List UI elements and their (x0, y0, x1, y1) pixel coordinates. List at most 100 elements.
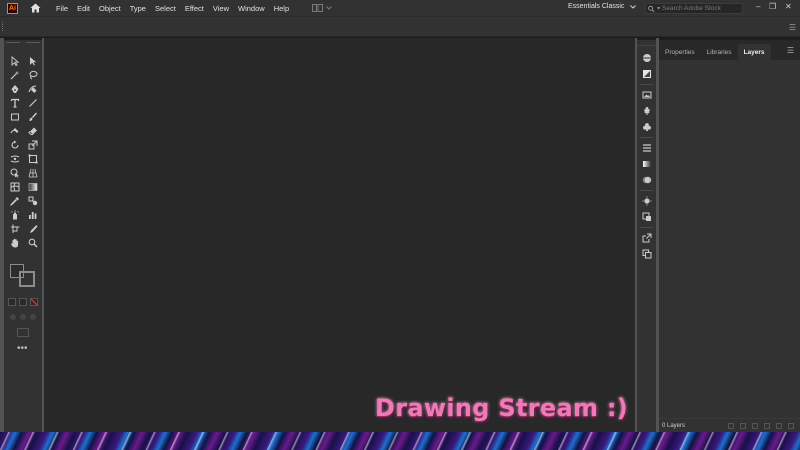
scale-tool[interactable] (24, 138, 41, 152)
strip-button-stroke[interactable] (637, 140, 656, 156)
free-transform-icon (28, 154, 37, 164)
close-button[interactable]: ✕ (785, 2, 792, 11)
layers-footer: 0 Layers (659, 418, 800, 432)
layers-footer-actions (728, 422, 800, 429)
eraser-tool[interactable] (24, 124, 41, 138)
club-icon (642, 123, 651, 131)
maximize-button[interactable]: ❐ (769, 2, 776, 11)
symbol-sprayer-tool[interactable] (6, 208, 23, 222)
curvature-pen-icon (28, 85, 36, 93)
stroke-swatch[interactable] (19, 271, 35, 287)
transparency-icon (642, 176, 651, 184)
column-graph-icon (28, 212, 36, 219)
strip-button-properties[interactable] (637, 66, 656, 82)
control-bar-grip[interactable] (2, 22, 4, 31)
menu-object[interactable]: Object (99, 4, 121, 13)
free-transform-tool[interactable] (24, 152, 41, 166)
artboard-tool[interactable] (6, 222, 23, 236)
chevron-down-icon (630, 4, 637, 9)
menu-file[interactable]: File (56, 4, 68, 13)
gradient-icon (28, 183, 37, 191)
tools-grid (4, 54, 42, 250)
rotate-icon (10, 140, 19, 149)
pen-tool[interactable] (6, 82, 23, 96)
draw-behind-button[interactable] (20, 314, 26, 320)
strip-button-symbols[interactable] (637, 103, 656, 119)
edit-toolbar-button[interactable]: ••• (17, 344, 42, 354)
strip-button-export[interactable] (637, 230, 656, 246)
strip-button-image[interactable] (637, 87, 656, 103)
curvature-tool[interactable] (24, 82, 41, 96)
strip-header[interactable] (637, 40, 656, 46)
export-icon (642, 233, 651, 243)
perspective-grid-tool[interactable] (24, 166, 41, 180)
shape-builder-tool[interactable] (6, 166, 23, 180)
hand-icon (10, 238, 18, 248)
tab-properties[interactable]: Properties (659, 44, 701, 60)
menu-select[interactable]: Select (155, 4, 176, 13)
menu-window[interactable]: Window (238, 4, 265, 13)
color-mode-button[interactable] (8, 298, 16, 306)
draw-normal-button[interactable] (10, 314, 16, 320)
control-bar-menu-icon[interactable]: ☰ (789, 23, 796, 32)
strip-separator (640, 137, 653, 138)
home-button[interactable] (28, 1, 42, 15)
selection-tool[interactable] (6, 54, 23, 68)
locate-object-icon[interactable] (740, 422, 746, 429)
paintbrush-tool[interactable] (24, 110, 41, 124)
strip-button-artboards[interactable] (637, 246, 656, 262)
column-graph-tool[interactable] (24, 208, 41, 222)
strip-button-appearance-sun[interactable] (637, 193, 656, 209)
new-layer-icon[interactable] (776, 422, 782, 429)
arrange-documents-button[interactable] (312, 4, 332, 12)
hand-tool[interactable] (6, 236, 23, 250)
stock-search (645, 3, 743, 14)
slice-tool[interactable] (24, 222, 41, 236)
gradient-mode-button[interactable] (19, 298, 27, 306)
panel-menu-icon[interactable]: ☰ (787, 46, 794, 55)
workspace-switcher[interactable]: Essentials Classic (568, 3, 637, 10)
document-canvas[interactable] (44, 38, 635, 432)
menu-effect[interactable]: Effect (185, 4, 204, 13)
tab-libraries[interactable]: Libraries (701, 44, 738, 60)
menu-edit[interactable]: Edit (77, 4, 90, 13)
menu-type[interactable]: Type (130, 4, 146, 13)
strip-button-appearance[interactable] (637, 50, 656, 66)
chevron-down-icon (326, 6, 332, 10)
lasso-tool[interactable] (24, 68, 41, 82)
strip-separator (640, 190, 653, 191)
screen-mode-button[interactable] (17, 328, 29, 337)
collect-for-export-icon[interactable] (728, 422, 734, 429)
make-clipping-mask-icon[interactable] (752, 422, 758, 429)
width-tool[interactable] (6, 152, 23, 166)
line-segment-tool[interactable] (24, 96, 41, 110)
eyedropper-tool[interactable] (6, 194, 23, 208)
menu-help[interactable]: Help (274, 4, 289, 13)
menu-view[interactable]: View (213, 4, 229, 13)
rectangle-tool[interactable] (6, 110, 23, 124)
rectangle-icon (10, 113, 19, 121)
new-sublayer-icon[interactable] (764, 422, 770, 429)
blend-tool[interactable] (24, 194, 41, 208)
tab-layers[interactable]: Layers (737, 44, 771, 60)
strip-button-gradient[interactable] (637, 156, 656, 172)
draw-inside-button[interactable] (30, 314, 36, 320)
gradient-tool[interactable] (24, 180, 41, 194)
magic-wand-tool[interactable] (6, 68, 23, 82)
mesh-tool[interactable] (6, 180, 23, 194)
zoom-tool[interactable] (24, 236, 41, 250)
direct-selection-tool[interactable] (24, 54, 41, 68)
strip-button-clubs[interactable] (637, 119, 656, 135)
paintbrush-icon (28, 112, 37, 121)
strip-button-transparency[interactable] (637, 172, 656, 188)
type-tool[interactable] (6, 96, 23, 110)
collapsed-panels-strip (637, 40, 656, 432)
strip-button-graphic-styles[interactable] (637, 209, 656, 225)
minimize-button[interactable]: – (756, 2, 760, 11)
tools-panel-header[interactable] (4, 40, 42, 46)
rotate-tool[interactable] (6, 138, 23, 152)
shaper-tool[interactable] (6, 124, 23, 138)
search-input[interactable] (662, 5, 742, 12)
none-mode-button[interactable] (30, 298, 38, 306)
delete-layer-icon[interactable] (788, 422, 794, 429)
